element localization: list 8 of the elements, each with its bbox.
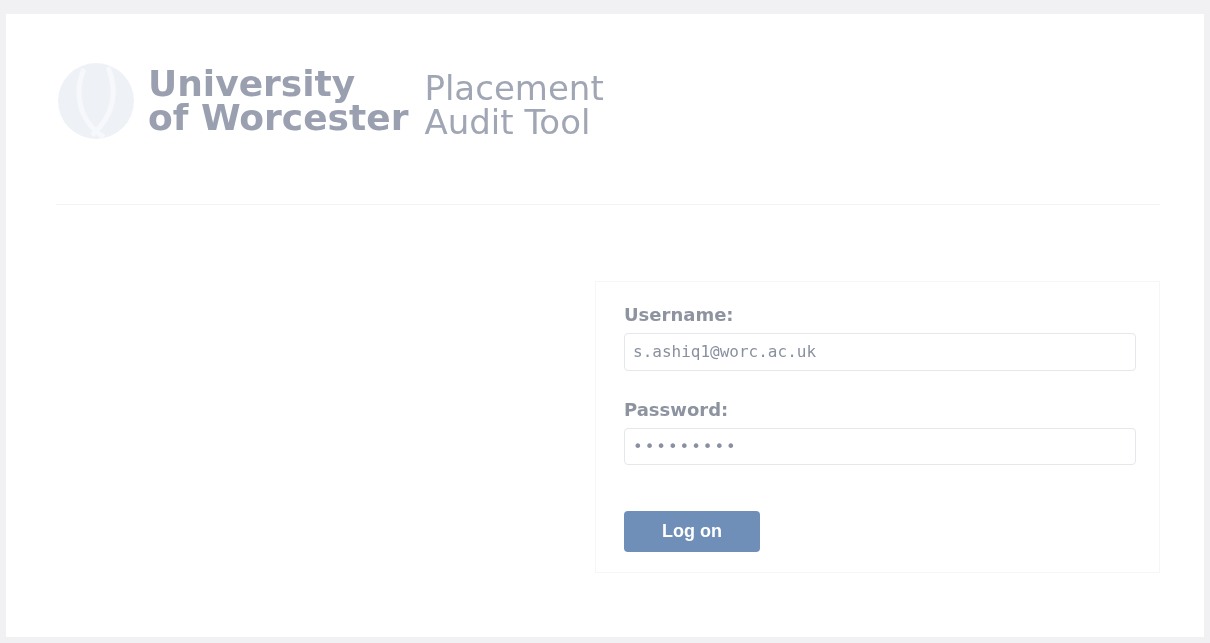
- field-label: Username:: [624, 304, 735, 325]
- app-title: Placement: [424, 71, 604, 105]
- log-on-button[interactable]: Log on: [624, 511, 760, 552]
- app-title: Audit Tool: [424, 105, 592, 139]
- username-field[interactable]: s.ashiq1@worc.ac.uk: [624, 333, 1136, 371]
- university-name: University: [148, 67, 357, 101]
- password-field[interactable]: •••••••••: [624, 427, 1136, 465]
- field-label: Password:: [624, 398, 730, 420]
